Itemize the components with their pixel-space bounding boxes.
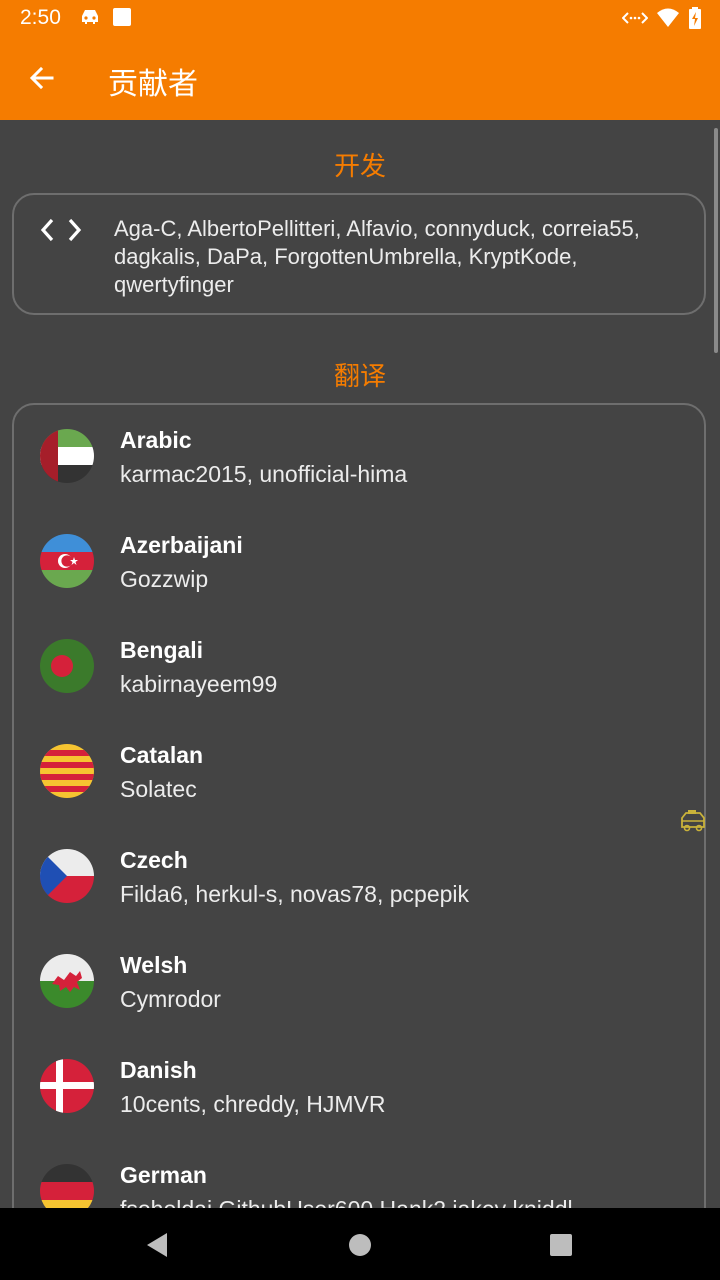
wifi-icon bbox=[656, 8, 680, 33]
arrow-left-icon bbox=[29, 66, 54, 90]
development-heading: 开发 bbox=[333, 151, 386, 181]
code-icon bbox=[40, 217, 82, 248]
app-bar: 贡献者 bbox=[0, 38, 720, 120]
translation-card: Arabic karmac2015, unofficial-hima Azerb… bbox=[12, 403, 706, 1208]
list-item: German fsoholdai GithubUser600 Hank2 jak… bbox=[14, 1140, 704, 1208]
car-icon bbox=[78, 7, 102, 32]
list-item: Azerbaijani Gozzwip bbox=[14, 510, 704, 615]
language-contributors: 10cents, chreddy, HJMVR bbox=[120, 1091, 386, 1117]
language-contributors: karmac2015, unofficial-hima bbox=[120, 461, 408, 487]
back-button[interactable] bbox=[20, 56, 64, 100]
battery-charging-icon bbox=[688, 7, 702, 34]
square-icon bbox=[112, 7, 132, 32]
scrollbar[interactable] bbox=[714, 128, 718, 353]
list-item: Arabic karmac2015, unofficial-hima bbox=[14, 405, 704, 510]
list-item: Welsh Cymrodor bbox=[14, 930, 704, 1035]
navigation-bar bbox=[0, 1208, 720, 1280]
language-name: Welsh bbox=[120, 952, 188, 978]
catalonia-flag-icon bbox=[40, 744, 94, 798]
language-name: Arabic bbox=[120, 427, 192, 453]
list-item: Catalan Solatec bbox=[14, 720, 704, 825]
list-item: Bengali kabirnayeem99 bbox=[14, 615, 704, 720]
language-contributors: kabirnayeem99 bbox=[120, 671, 278, 697]
home-nav-icon[interactable] bbox=[345, 1230, 375, 1260]
wales-flag-icon bbox=[40, 954, 94, 1008]
czech-flag-icon bbox=[40, 849, 94, 903]
status-time: 2:50 bbox=[20, 6, 61, 29]
language-name: German bbox=[120, 1162, 207, 1188]
denmark-flag-icon bbox=[40, 1059, 94, 1113]
list-item: Czech Filda6, herkul-s, novas78, pcpepik bbox=[14, 825, 704, 930]
taxi-icon[interactable] bbox=[678, 808, 708, 839]
language-contributors: Cymrodor bbox=[120, 986, 221, 1012]
language-contributors: Solatec bbox=[120, 776, 197, 802]
uae-flag-icon bbox=[40, 429, 94, 483]
back-nav-icon[interactable] bbox=[142, 1230, 172, 1260]
language-name: Czech bbox=[120, 847, 188, 873]
page-title: 贡献者 bbox=[108, 68, 198, 101]
azerbaijan-flag-icon bbox=[40, 534, 94, 588]
language-name: Danish bbox=[120, 1057, 197, 1083]
language-contributors: Gozzwip bbox=[120, 566, 209, 592]
language-contributors: fsoholdai GithubUser600 Hank2 jakey knid… bbox=[120, 1196, 573, 1208]
bangladesh-flag-icon bbox=[40, 639, 94, 693]
development-card: Aga-C, AlbertoPellitteri, Alfavio, conny… bbox=[12, 193, 706, 315]
contributors-list[interactable]: 开发 Aga-C, AlbertoPellitteri, Alfavio, co… bbox=[0, 120, 720, 1208]
germany-flag-icon bbox=[40, 1164, 94, 1208]
language-name: Catalan bbox=[120, 742, 204, 768]
language-name: Azerbaijani bbox=[120, 532, 243, 558]
translation-heading: 翻译 bbox=[333, 361, 386, 391]
development-contributors: Aga-C, AlbertoPellitteri, Alfavio, conny… bbox=[114, 216, 640, 297]
code-signal-icon bbox=[621, 8, 649, 33]
language-contributors: Filda6, herkul-s, novas78, pcpepik bbox=[120, 881, 470, 907]
recents-nav-icon[interactable] bbox=[546, 1230, 576, 1260]
status-bar: 2:50 bbox=[0, 0, 720, 38]
list-item: Danish 10cents, chreddy, HJMVR bbox=[14, 1035, 704, 1140]
language-name: Bengali bbox=[120, 637, 204, 663]
